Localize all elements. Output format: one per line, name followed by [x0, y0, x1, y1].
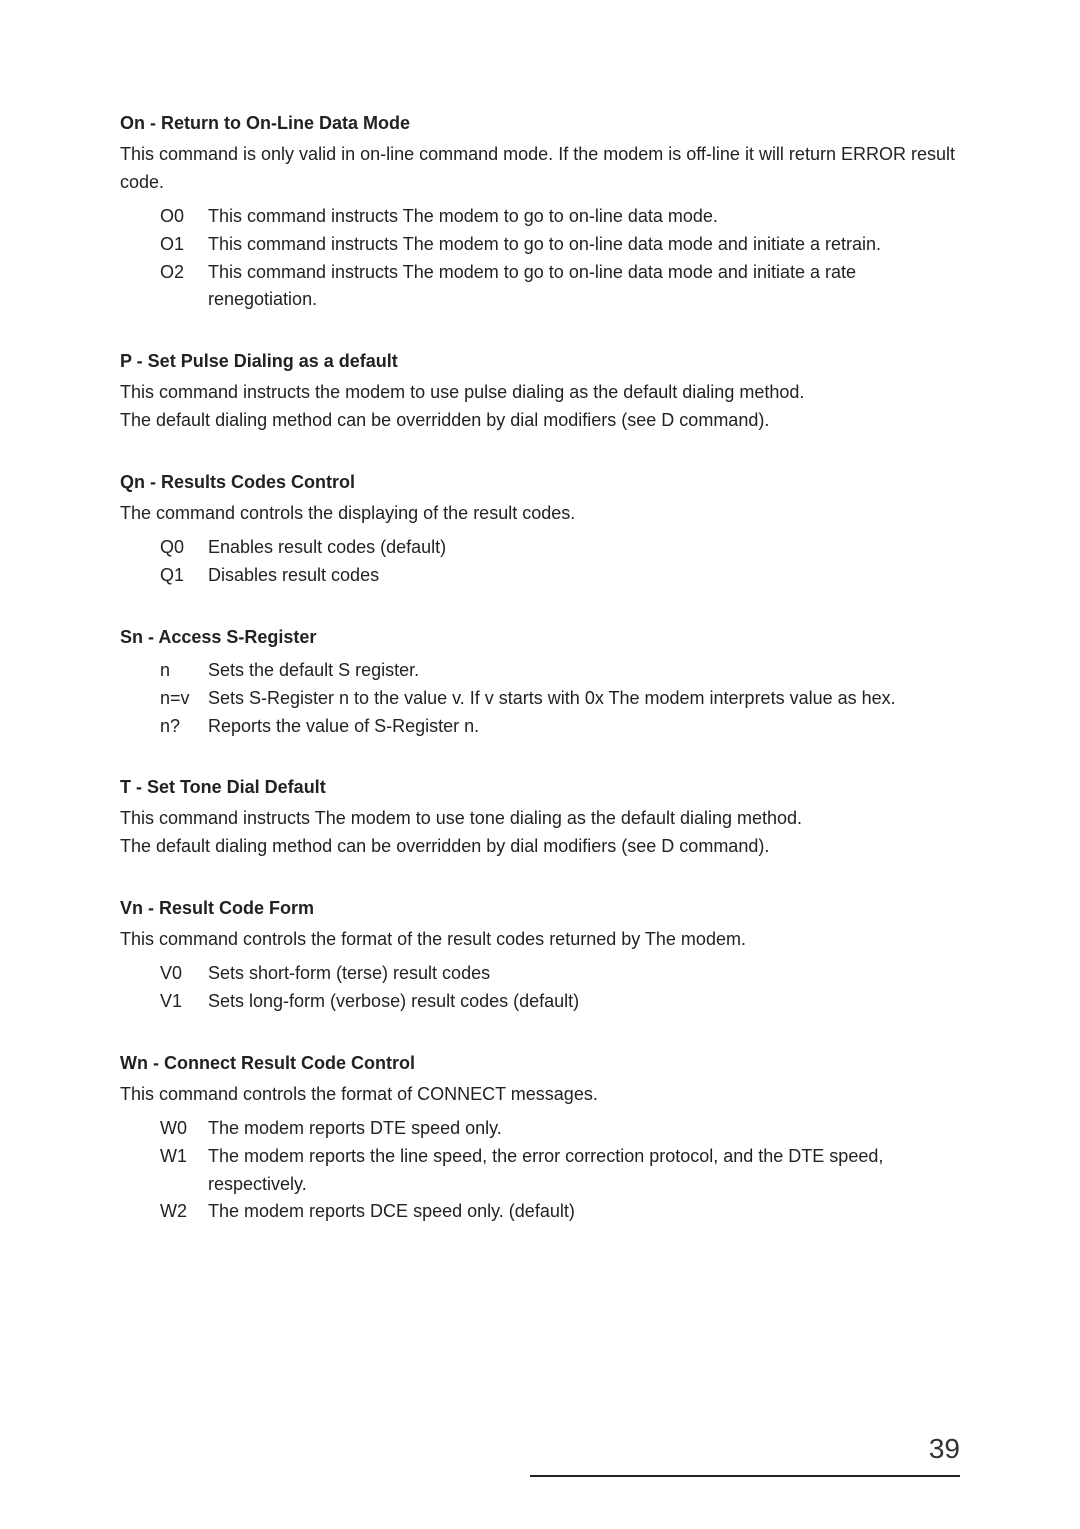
- item-code: O2: [160, 259, 208, 315]
- section-qn: Qn - Results Codes Control The command c…: [120, 469, 960, 590]
- item-code: O0: [160, 203, 208, 231]
- section-wn: Wn - Connect Result Code Control This co…: [120, 1050, 960, 1226]
- list-item: W0 The modem reports DTE speed only.: [120, 1115, 960, 1143]
- item-list: n Sets the default S register. n=v Sets …: [120, 657, 960, 741]
- item-code: W0: [160, 1115, 208, 1143]
- section-on: On - Return to On-Line Data Mode This co…: [120, 110, 960, 314]
- list-item: n Sets the default S register.: [120, 657, 960, 685]
- item-text: The modem reports the line speed, the er…: [208, 1143, 960, 1199]
- item-text: The modem reports DTE speed only.: [208, 1115, 960, 1143]
- section-vn: Vn - Result Code Form This command contr…: [120, 895, 960, 1016]
- list-item: Q1 Disables result codes: [120, 562, 960, 590]
- list-item: n? Reports the value of S-Register n.: [120, 713, 960, 741]
- item-code: O1: [160, 231, 208, 259]
- item-code: W2: [160, 1198, 208, 1226]
- section-p: P - Set Pulse Dialing as a default This …: [120, 348, 960, 435]
- item-code: Q1: [160, 562, 208, 590]
- item-code: n?: [160, 713, 208, 741]
- list-item: W1 The modem reports the line speed, the…: [120, 1143, 960, 1199]
- paragraph: This command controls the format of CONN…: [120, 1081, 960, 1109]
- list-item: V0 Sets short-form (terse) result codes: [120, 960, 960, 988]
- document-page: On - Return to On-Line Data Mode This co…: [0, 0, 1080, 1529]
- list-item: O2 This command instructs The modem to g…: [120, 259, 960, 315]
- item-text: The modem reports DCE speed only. (defau…: [208, 1198, 960, 1226]
- list-item: V1 Sets long-form (verbose) result codes…: [120, 988, 960, 1016]
- paragraph: This command controls the format of the …: [120, 926, 960, 954]
- item-code: V1: [160, 988, 208, 1016]
- item-text: Sets S-Register n to the value v. If v s…: [208, 685, 960, 713]
- item-code: n: [160, 657, 208, 685]
- item-text: This command instructs The modem to go t…: [208, 259, 960, 315]
- section-heading: Vn - Result Code Form: [120, 895, 960, 922]
- list-item: W2 The modem reports DCE speed only. (de…: [120, 1198, 960, 1226]
- footer-divider: [530, 1475, 960, 1477]
- item-text: Reports the value of S-Register n.: [208, 713, 960, 741]
- item-code: W1: [160, 1143, 208, 1199]
- section-heading: P - Set Pulse Dialing as a default: [120, 348, 960, 375]
- list-item: n=v Sets S-Register n to the value v. If…: [120, 685, 960, 713]
- item-code: V0: [160, 960, 208, 988]
- section-t: T - Set Tone Dial Default This command i…: [120, 774, 960, 861]
- item-text: Sets the default S register.: [208, 657, 960, 685]
- item-list: V0 Sets short-form (terse) result codes …: [120, 960, 960, 1016]
- section-heading: T - Set Tone Dial Default: [120, 774, 960, 801]
- paragraph: The default dialing method can be overri…: [120, 833, 960, 861]
- page-footer: 39: [530, 1433, 960, 1477]
- item-list: Q0 Enables result codes (default) Q1 Dis…: [120, 534, 960, 590]
- list-item: O1 This command instructs The modem to g…: [120, 231, 960, 259]
- list-item: Q0 Enables result codes (default): [120, 534, 960, 562]
- section-heading: Sn - Access S-Register: [120, 624, 960, 651]
- item-code: n=v: [160, 685, 208, 713]
- list-item: O0 This command instructs The modem to g…: [120, 203, 960, 231]
- item-text: This command instructs The modem to go t…: [208, 231, 960, 259]
- item-text: Disables result codes: [208, 562, 960, 590]
- item-code: Q0: [160, 534, 208, 562]
- item-text: Sets long-form (verbose) result codes (d…: [208, 988, 960, 1016]
- paragraph: This command instructs The modem to use …: [120, 805, 960, 833]
- item-text: This command instructs The modem to go t…: [208, 203, 960, 231]
- paragraph: The command controls the displaying of t…: [120, 500, 960, 528]
- section-sn: Sn - Access S-Register n Sets the defaul…: [120, 624, 960, 741]
- paragraph: This command is only valid in on-line co…: [120, 141, 960, 197]
- item-list: W0 The modem reports DTE speed only. W1 …: [120, 1115, 960, 1227]
- page-number: 39: [530, 1433, 960, 1465]
- section-heading: Qn - Results Codes Control: [120, 469, 960, 496]
- section-heading: On - Return to On-Line Data Mode: [120, 110, 960, 137]
- item-text: Enables result codes (default): [208, 534, 960, 562]
- paragraph: The default dialing method can be overri…: [120, 407, 960, 435]
- item-list: O0 This command instructs The modem to g…: [120, 203, 960, 315]
- paragraph: This command instructs the modem to use …: [120, 379, 960, 407]
- item-text: Sets short-form (terse) result codes: [208, 960, 960, 988]
- section-heading: Wn - Connect Result Code Control: [120, 1050, 960, 1077]
